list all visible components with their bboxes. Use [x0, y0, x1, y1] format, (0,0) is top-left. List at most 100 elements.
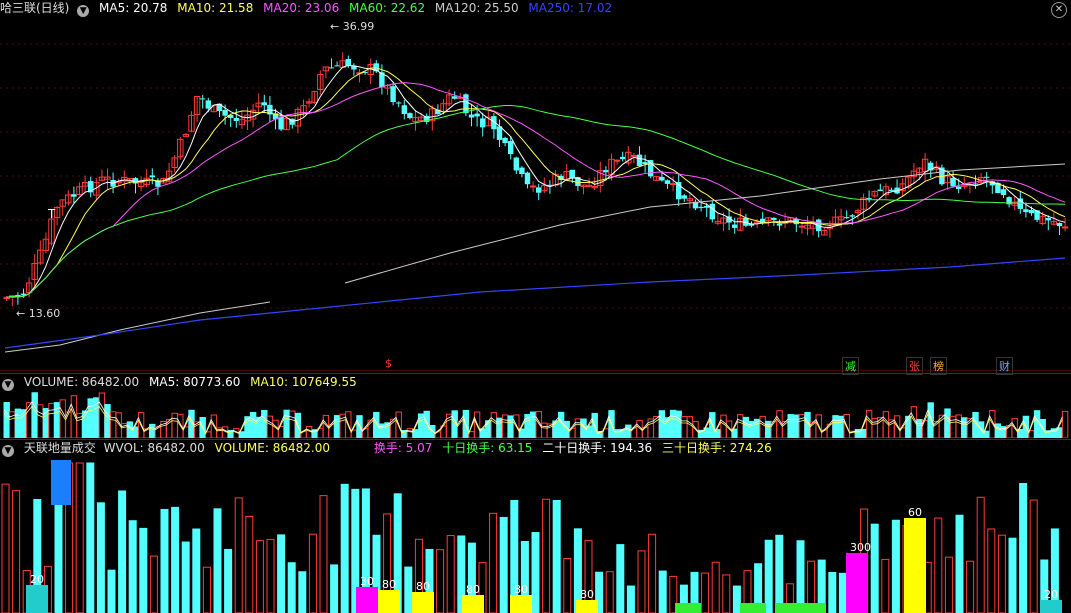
- highlight-bar-blue: [51, 460, 71, 505]
- wvol-bar: [245, 515, 254, 613]
- volume-bar: [104, 404, 111, 438]
- volume-bar: [37, 404, 44, 438]
- volume-bar: [289, 410, 296, 438]
- volume-bar: [955, 414, 962, 438]
- candle-down: [771, 217, 777, 220]
- wvol-bar: [446, 535, 455, 613]
- wvol-value-label: 80: [514, 583, 528, 596]
- wvol-bar: [202, 566, 211, 613]
- candle-down: [709, 203, 715, 220]
- volume-bar: [490, 412, 498, 438]
- wvol-bar: [732, 585, 741, 613]
- wvol-bar: [648, 533, 657, 613]
- candle-down: [390, 86, 396, 102]
- high-price-label: ← 36.99: [330, 20, 374, 33]
- ma120-line: [344, 163, 1066, 284]
- volume-bar: [871, 417, 878, 438]
- volume-bar: [48, 403, 55, 438]
- volume-bar: [888, 419, 895, 438]
- candle-up: [630, 154, 638, 157]
- candle-down: [513, 157, 519, 171]
- wvol-bar: [997, 534, 1006, 613]
- wvol-bar: [86, 462, 95, 613]
- volume-bar: [507, 415, 514, 438]
- volume-bar: [261, 409, 268, 438]
- highlight-bar: [510, 595, 532, 613]
- candle-down: [1045, 218, 1051, 221]
- wvol-bar: [436, 549, 445, 613]
- event-marker-dollar[interactable]: $: [383, 357, 394, 370]
- wvol-bar: [277, 534, 286, 613]
- volume-bar: [14, 408, 22, 438]
- wvol-bar: [955, 514, 964, 613]
- wvol-bar: [192, 528, 201, 613]
- highlight-bar: [576, 600, 598, 613]
- candle-down: [950, 178, 956, 187]
- candle-down: [328, 67, 335, 69]
- candle-down: [732, 224, 738, 228]
- wvol-bar: [637, 550, 646, 613]
- volume-bar: [574, 418, 582, 438]
- volume-bar: [249, 412, 257, 438]
- volume-bar: [681, 416, 688, 438]
- volume-bar: [865, 409, 873, 438]
- volume-bar: [776, 410, 783, 438]
- wvol-bar: [775, 534, 784, 613]
- wvol-bar: [976, 496, 985, 613]
- volume-bar: [70, 395, 78, 438]
- volume-bar: [720, 414, 727, 438]
- candle-down: [698, 206, 704, 209]
- wvol-bar: [881, 558, 890, 613]
- volume-bar: [1061, 410, 1069, 438]
- candle-down: [956, 186, 962, 189]
- candle-down: [620, 156, 626, 160]
- wvol-bar: [605, 571, 614, 613]
- volume-bar: [916, 419, 923, 438]
- wvol-bar: [319, 495, 328, 613]
- wvol-bar: [308, 533, 317, 613]
- volume-bar: [759, 415, 766, 438]
- wvol-value-label: 80: [382, 578, 396, 591]
- wvol-bar: [75, 462, 84, 613]
- candle-down: [1023, 209, 1029, 213]
- wvol-bar: [107, 569, 116, 613]
- ma10-line: [6, 67, 1066, 298]
- volume-bar: [501, 414, 509, 438]
- wvol-bar: [266, 538, 275, 613]
- candle-up: [529, 185, 537, 188]
- candle-down: [984, 176, 990, 178]
- candle-down: [407, 113, 413, 119]
- candle-down: [524, 172, 531, 185]
- volume-bar: [529, 411, 537, 438]
- wvol-value-label: 20: [1044, 588, 1058, 601]
- highlight-bar: [462, 595, 484, 613]
- candle-down: [877, 189, 883, 192]
- t-marker-label: T: [47, 207, 56, 221]
- volume-panel[interactable]: ▼ VOLUME: 86482.00 MA5: 80773.60 MA10: 1…: [0, 373, 1071, 438]
- volume-bar: [787, 414, 794, 438]
- ma20-line: [6, 82, 1066, 298]
- candle-down: [222, 109, 228, 116]
- wvol-bar: [658, 570, 667, 613]
- candle-down: [261, 102, 267, 106]
- volume-bar: [541, 422, 548, 438]
- price-chart-panel[interactable]: 哈三联(日线) ▼ MA5: 20.78 MA10: 21.58 MA20: 2…: [0, 0, 1071, 375]
- volume-bar: [305, 426, 313, 438]
- wvol-bar: [701, 572, 710, 613]
- wvol-bar: [828, 571, 837, 613]
- volume-bar: [406, 428, 414, 438]
- wvol-panel[interactable]: ▼ 天联地量成交 WVOL: 86482.00 VOLUME: 86482.00…: [0, 439, 1071, 613]
- volume-bar: [625, 424, 632, 438]
- wvol-bar: [181, 541, 190, 613]
- candle-down: [468, 114, 475, 118]
- wvol-bar: [796, 540, 805, 613]
- wvol-bar: [542, 498, 551, 613]
- candle-down: [474, 113, 480, 117]
- candle-down: [480, 118, 486, 128]
- wvol-bar: [1, 483, 10, 613]
- candle-down: [844, 217, 850, 219]
- candle-down: [636, 154, 643, 166]
- wvol-bar: [1029, 499, 1038, 613]
- wvol-bar: [870, 523, 879, 613]
- candle-up: [1061, 226, 1069, 229]
